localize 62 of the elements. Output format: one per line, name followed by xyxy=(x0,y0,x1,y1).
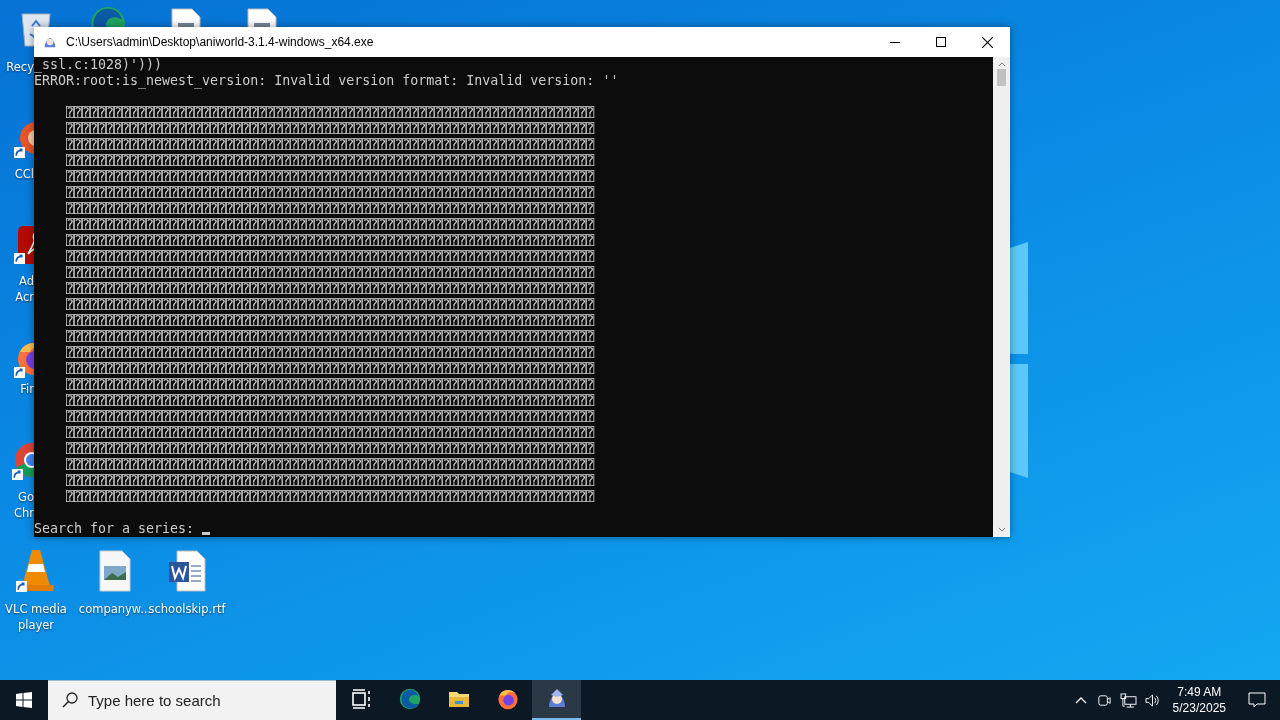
icon-label: player xyxy=(17,617,55,633)
scroll-up-icon[interactable] xyxy=(997,62,1006,67)
scrollbar[interactable] xyxy=(993,57,1010,537)
icon-label: Chr xyxy=(13,505,34,521)
shortcut-arrow-icon xyxy=(16,581,27,592)
console-line: ⍰⍰⍰⍰⍰⍰⍰⍰⍰⍰⍰⍰⍰⍰⍰⍰⍰⍰⍰⍰⍰⍰⍰⍰⍰⍰⍰⍰⍰⍰⍰⍰⍰⍰⍰⍰⍰⍰⍰⍰⍰⍰⍰⍰⍰⍰⍰⍰⍰⍰⍰⍰⍰⍰⍰⍰⍰⍰⍰⍰⍰⍰⍰⍰⍰⍰ xyxy=(65,457,596,473)
close-icon xyxy=(981,36,993,48)
console-line: ⍰⍰⍰⍰⍰⍰⍰⍰⍰⍰⍰⍰⍰⍰⍰⍰⍰⍰⍰⍰⍰⍰⍰⍰⍰⍰⍰⍰⍰⍰⍰⍰⍰⍰⍰⍰⍰⍰⍰⍰⍰⍰⍰⍰⍰⍰⍰⍰⍰⍰⍰⍰⍰⍰⍰⍰⍰⍰⍰⍰⍰⍰⍰⍰⍰⍰ xyxy=(65,425,596,441)
maximize-icon xyxy=(936,37,946,47)
console-prompt: Search for a series: xyxy=(34,521,195,536)
image-file-icon xyxy=(98,550,132,592)
icon-label: Go xyxy=(18,489,34,505)
icon-label: CCl xyxy=(14,166,34,182)
console-line: ⍰⍰⍰⍰⍰⍰⍰⍰⍰⍰⍰⍰⍰⍰⍰⍰⍰⍰⍰⍰⍰⍰⍰⍰⍰⍰⍰⍰⍰⍰⍰⍰⍰⍰⍰⍰⍰⍰⍰⍰⍰⍰⍰⍰⍰⍰⍰⍰⍰⍰⍰⍰⍰⍰⍰⍰⍰⍰⍰⍰⍰⍰⍰⍰⍰⍰ xyxy=(65,185,596,201)
console-line: ⍰⍰⍰⍰⍰⍰⍰⍰⍰⍰⍰⍰⍰⍰⍰⍰⍰⍰⍰⍰⍰⍰⍰⍰⍰⍰⍰⍰⍰⍰⍰⍰⍰⍰⍰⍰⍰⍰⍰⍰⍰⍰⍰⍰⍰⍰⍰⍰⍰⍰⍰⍰⍰⍰⍰⍰⍰⍰⍰⍰⍰⍰⍰⍰⍰⍰ xyxy=(65,409,596,425)
console-line: ⍰⍰⍰⍰⍰⍰⍰⍰⍰⍰⍰⍰⍰⍰⍰⍰⍰⍰⍰⍰⍰⍰⍰⍰⍰⍰⍰⍰⍰⍰⍰⍰⍰⍰⍰⍰⍰⍰⍰⍰⍰⍰⍰⍰⍰⍰⍰⍰⍰⍰⍰⍰⍰⍰⍰⍰⍰⍰⍰⍰⍰⍰⍰⍰⍰⍰ xyxy=(65,105,596,121)
console-line: ⍰⍰⍰⍰⍰⍰⍰⍰⍰⍰⍰⍰⍰⍰⍰⍰⍰⍰⍰⍰⍰⍰⍰⍰⍰⍰⍰⍰⍰⍰⍰⍰⍰⍰⍰⍰⍰⍰⍰⍰⍰⍰⍰⍰⍰⍰⍰⍰⍰⍰⍰⍰⍰⍰⍰⍰⍰⍰⍰⍰⍰⍰⍰⍰⍰⍰ xyxy=(65,169,596,185)
search-field[interactable]: Type here to search xyxy=(48,680,336,720)
console-line: ⍰⍰⍰⍰⍰⍰⍰⍰⍰⍰⍰⍰⍰⍰⍰⍰⍰⍰⍰⍰⍰⍰⍰⍰⍰⍰⍰⍰⍰⍰⍰⍰⍰⍰⍰⍰⍰⍰⍰⍰⍰⍰⍰⍰⍰⍰⍰⍰⍰⍰⍰⍰⍰⍰⍰⍰⍰⍰⍰⍰⍰⍰⍰⍰⍰⍰ xyxy=(65,233,596,249)
console-line: ⍰⍰⍰⍰⍰⍰⍰⍰⍰⍰⍰⍰⍰⍰⍰⍰⍰⍰⍰⍰⍰⍰⍰⍰⍰⍰⍰⍰⍰⍰⍰⍰⍰⍰⍰⍰⍰⍰⍰⍰⍰⍰⍰⍰⍰⍰⍰⍰⍰⍰⍰⍰⍰⍰⍰⍰⍰⍰⍰⍰⍰⍰⍰⍰⍰⍰ xyxy=(65,153,596,169)
console-line: ⍰⍰⍰⍰⍰⍰⍰⍰⍰⍰⍰⍰⍰⍰⍰⍰⍰⍰⍰⍰⍰⍰⍰⍰⍰⍰⍰⍰⍰⍰⍰⍰⍰⍰⍰⍰⍰⍰⍰⍰⍰⍰⍰⍰⍰⍰⍰⍰⍰⍰⍰⍰⍰⍰⍰⍰⍰⍰⍰⍰⍰⍰⍰⍰⍰⍰ xyxy=(65,297,596,313)
notification-icon xyxy=(1248,692,1266,708)
console-line: ⍰⍰⍰⍰⍰⍰⍰⍰⍰⍰⍰⍰⍰⍰⍰⍰⍰⍰⍰⍰⍰⍰⍰⍰⍰⍰⍰⍰⍰⍰⍰⍰⍰⍰⍰⍰⍰⍰⍰⍰⍰⍰⍰⍰⍰⍰⍰⍰⍰⍰⍰⍰⍰⍰⍰⍰⍰⍰⍰⍰⍰⍰⍰⍰⍰⍰ xyxy=(65,249,596,265)
console-line: ⍰⍰⍰⍰⍰⍰⍰⍰⍰⍰⍰⍰⍰⍰⍰⍰⍰⍰⍰⍰⍰⍰⍰⍰⍰⍰⍰⍰⍰⍰⍰⍰⍰⍰⍰⍰⍰⍰⍰⍰⍰⍰⍰⍰⍰⍰⍰⍰⍰⍰⍰⍰⍰⍰⍰⍰⍰⍰⍰⍰⍰⍰⍰⍰⍰⍰ xyxy=(65,217,596,233)
shortcut-arrow-icon xyxy=(14,147,25,158)
scroll-down-icon[interactable] xyxy=(997,527,1006,532)
icon-label: Acr xyxy=(15,289,34,305)
shortcut-arrow-icon xyxy=(14,367,25,378)
icon-label: Recy xyxy=(6,60,34,75)
minimize-icon xyxy=(890,41,900,43)
shortcut-arrow-icon xyxy=(14,253,25,264)
icon-label: Ad xyxy=(19,273,34,289)
console-line: ⍰⍰⍰⍰⍰⍰⍰⍰⍰⍰⍰⍰⍰⍰⍰⍰⍰⍰⍰⍰⍰⍰⍰⍰⍰⍰⍰⍰⍰⍰⍰⍰⍰⍰⍰⍰⍰⍰⍰⍰⍰⍰⍰⍰⍰⍰⍰⍰⍰⍰⍰⍰⍰⍰⍰⍰⍰⍰⍰⍰⍰⍰⍰⍰⍰⍰ xyxy=(65,489,596,505)
scrollbar-thumb[interactable] xyxy=(997,69,1006,86)
search-icon xyxy=(62,692,78,708)
windows-logo-icon xyxy=(16,692,32,708)
shortcut-arrow-icon xyxy=(12,469,23,480)
console-line: ⍰⍰⍰⍰⍰⍰⍰⍰⍰⍰⍰⍰⍰⍰⍰⍰⍰⍰⍰⍰⍰⍰⍰⍰⍰⍰⍰⍰⍰⍰⍰⍰⍰⍰⍰⍰⍰⍰⍰⍰⍰⍰⍰⍰⍰⍰⍰⍰⍰⍰⍰⍰⍰⍰⍰⍰⍰⍰⍰⍰⍰⍰⍰⍰⍰⍰ xyxy=(65,281,596,297)
console-line: ⍰⍰⍰⍰⍰⍰⍰⍰⍰⍰⍰⍰⍰⍰⍰⍰⍰⍰⍰⍰⍰⍰⍰⍰⍰⍰⍰⍰⍰⍰⍰⍰⍰⍰⍰⍰⍰⍰⍰⍰⍰⍰⍰⍰⍰⍰⍰⍰⍰⍰⍰⍰⍰⍰⍰⍰⍰⍰⍰⍰⍰⍰⍰⍰⍰⍰ xyxy=(65,137,596,153)
console-line: ⍰⍰⍰⍰⍰⍰⍰⍰⍰⍰⍰⍰⍰⍰⍰⍰⍰⍰⍰⍰⍰⍰⍰⍰⍰⍰⍰⍰⍰⍰⍰⍰⍰⍰⍰⍰⍰⍰⍰⍰⍰⍰⍰⍰⍰⍰⍰⍰⍰⍰⍰⍰⍰⍰⍰⍰⍰⍰⍰⍰⍰⍰⍰⍰⍰⍰ xyxy=(65,265,596,281)
taskbar-app-button[interactable] xyxy=(532,680,581,720)
icon-label: schoolskip.rtf xyxy=(148,601,226,617)
console-line: ⍰⍰⍰⍰⍰⍰⍰⍰⍰⍰⍰⍰⍰⍰⍰⍰⍰⍰⍰⍰⍰⍰⍰⍰⍰⍰⍰⍰⍰⍰⍰⍰⍰⍰⍰⍰⍰⍰⍰⍰⍰⍰⍰⍰⍰⍰⍰⍰⍰⍰⍰⍰⍰⍰⍰⍰⍰⍰⍰⍰⍰⍰⍰⍰⍰⍰ xyxy=(65,313,596,329)
console-line: ⍰⍰⍰⍰⍰⍰⍰⍰⍰⍰⍰⍰⍰⍰⍰⍰⍰⍰⍰⍰⍰⍰⍰⍰⍰⍰⍰⍰⍰⍰⍰⍰⍰⍰⍰⍰⍰⍰⍰⍰⍰⍰⍰⍰⍰⍰⍰⍰⍰⍰⍰⍰⍰⍰⍰⍰⍰⍰⍰⍰⍰⍰⍰⍰⍰⍰ xyxy=(65,329,596,345)
console-line: ERROR:root:is_newest_version: Invalid version format: Invalid version: '' xyxy=(34,73,620,89)
word-document-icon xyxy=(167,550,207,592)
console-line: ⍰⍰⍰⍰⍰⍰⍰⍰⍰⍰⍰⍰⍰⍰⍰⍰⍰⍰⍰⍰⍰⍰⍰⍰⍰⍰⍰⍰⍰⍰⍰⍰⍰⍰⍰⍰⍰⍰⍰⍰⍰⍰⍰⍰⍰⍰⍰⍰⍰⍰⍰⍰⍰⍰⍰⍰⍰⍰⍰⍰⍰⍰⍰⍰⍰⍰ xyxy=(65,201,596,217)
console-line: ⍰⍰⍰⍰⍰⍰⍰⍰⍰⍰⍰⍰⍰⍰⍰⍰⍰⍰⍰⍰⍰⍰⍰⍰⍰⍰⍰⍰⍰⍰⍰⍰⍰⍰⍰⍰⍰⍰⍰⍰⍰⍰⍰⍰⍰⍰⍰⍰⍰⍰⍰⍰⍰⍰⍰⍰⍰⍰⍰⍰⍰⍰⍰⍰⍰⍰ xyxy=(65,393,596,409)
console-line: ⍰⍰⍰⍰⍰⍰⍰⍰⍰⍰⍰⍰⍰⍰⍰⍰⍰⍰⍰⍰⍰⍰⍰⍰⍰⍰⍰⍰⍰⍰⍰⍰⍰⍰⍰⍰⍰⍰⍰⍰⍰⍰⍰⍰⍰⍰⍰⍰⍰⍰⍰⍰⍰⍰⍰⍰⍰⍰⍰⍰⍰⍰⍰⍰⍰⍰ xyxy=(65,121,596,137)
console-line: ⍰⍰⍰⍰⍰⍰⍰⍰⍰⍰⍰⍰⍰⍰⍰⍰⍰⍰⍰⍰⍰⍰⍰⍰⍰⍰⍰⍰⍰⍰⍰⍰⍰⍰⍰⍰⍰⍰⍰⍰⍰⍰⍰⍰⍰⍰⍰⍰⍰⍰⍰⍰⍰⍰⍰⍰⍰⍰⍰⍰⍰⍰⍰⍰⍰⍰ xyxy=(65,345,596,361)
console-line: ⍰⍰⍰⍰⍰⍰⍰⍰⍰⍰⍰⍰⍰⍰⍰⍰⍰⍰⍰⍰⍰⍰⍰⍰⍰⍰⍰⍰⍰⍰⍰⍰⍰⍰⍰⍰⍰⍰⍰⍰⍰⍰⍰⍰⍰⍰⍰⍰⍰⍰⍰⍰⍰⍰⍰⍰⍰⍰⍰⍰⍰⍰⍰⍰⍰⍰ xyxy=(65,361,596,377)
console-line: _ssl.c:1028)'))) xyxy=(34,57,164,73)
icon-label: Fir xyxy=(20,381,34,397)
firefox-icon xyxy=(495,687,520,711)
console-line: ⍰⍰⍰⍰⍰⍰⍰⍰⍰⍰⍰⍰⍰⍰⍰⍰⍰⍰⍰⍰⍰⍰⍰⍰⍰⍰⍰⍰⍰⍰⍰⍰⍰⍰⍰⍰⍰⍰⍰⍰⍰⍰⍰⍰⍰⍰⍰⍰⍰⍰⍰⍰⍰⍰⍰⍰⍰⍰⍰⍰⍰⍰⍰⍰⍰⍰ xyxy=(65,377,596,393)
console-line: ⍰⍰⍰⍰⍰⍰⍰⍰⍰⍰⍰⍰⍰⍰⍰⍰⍰⍰⍰⍰⍰⍰⍰⍰⍰⍰⍰⍰⍰⍰⍰⍰⍰⍰⍰⍰⍰⍰⍰⍰⍰⍰⍰⍰⍰⍰⍰⍰⍰⍰⍰⍰⍰⍰⍰⍰⍰⍰⍰⍰⍰⍰⍰⍰⍰⍰ xyxy=(65,441,596,457)
window-title: C:\Users\admin\Desktop\aniworld-3.1.4-windows_x64.exe xyxy=(66,35,375,49)
text-cursor xyxy=(202,532,211,535)
icon-label: VLC media xyxy=(5,601,67,617)
console-line: ⍰⍰⍰⍰⍰⍰⍰⍰⍰⍰⍰⍰⍰⍰⍰⍰⍰⍰⍰⍰⍰⍰⍰⍰⍰⍰⍰⍰⍰⍰⍰⍰⍰⍰⍰⍰⍰⍰⍰⍰⍰⍰⍰⍰⍰⍰⍰⍰⍰⍰⍰⍰⍰⍰⍰⍰⍰⍰⍰⍰⍰⍰⍰⍰⍰⍰ xyxy=(65,473,596,489)
edge-icon xyxy=(397,687,422,711)
clock[interactable]: 7:49 AM 5/23/2025 xyxy=(1164,680,1234,720)
